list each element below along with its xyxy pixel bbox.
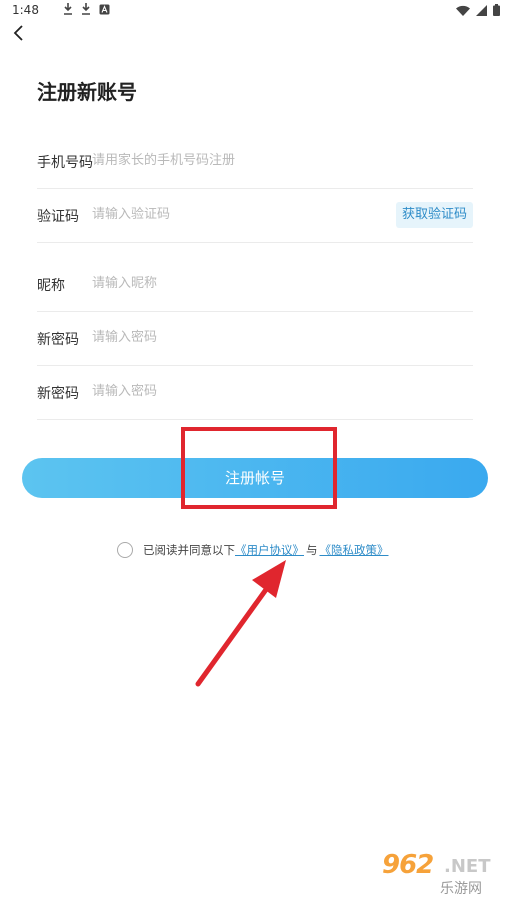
- agreement-checkbox[interactable]: [117, 542, 133, 558]
- status-bar: 1:48: [0, 0, 510, 22]
- code-input[interactable]: [92, 202, 322, 226]
- phone-label: 手机号码: [37, 155, 93, 171]
- phone-input[interactable]: [92, 148, 382, 172]
- wifi-icon: [456, 5, 470, 16]
- red-arrow-annotation: [195, 560, 286, 687]
- status-time: 1:48: [12, 3, 39, 17]
- password-confirm-field-row: 新密码: [37, 365, 473, 420]
- watermark-number: 962: [382, 850, 434, 880]
- download-icon: [82, 3, 90, 15]
- back-button[interactable]: [10, 22, 30, 44]
- watermark-site: 乐游网: [440, 881, 482, 897]
- nickname-field-row: 昵称: [37, 257, 473, 312]
- password-confirm-label: 新密码: [37, 386, 79, 402]
- agreement-conjunction: 与: [306, 543, 318, 557]
- status-notification-icons: [63, 3, 110, 15]
- code-label: 验证码: [37, 209, 79, 225]
- register-button[interactable]: 注册帐号: [22, 458, 488, 498]
- phone-field-row: 手机号码: [37, 134, 473, 189]
- signal-icon: [476, 4, 487, 16]
- page-title: 注册新账号: [37, 80, 137, 104]
- password-label: 新密码: [37, 332, 79, 348]
- watermark-net: .NET: [444, 856, 491, 877]
- nickname-label: 昵称: [37, 278, 65, 294]
- chevron-left-icon: [13, 25, 23, 41]
- download-icon: [64, 3, 72, 15]
- app-a-icon: [99, 4, 110, 14]
- password-field-row: 新密码: [37, 311, 473, 366]
- password-input[interactable]: [92, 325, 382, 349]
- battery-icon: [493, 4, 500, 16]
- get-code-button[interactable]: 获取验证码: [395, 202, 473, 228]
- status-system-icons: [456, 4, 500, 16]
- nickname-input[interactable]: [92, 271, 382, 295]
- code-field-row: 验证码 获取验证码: [37, 188, 473, 243]
- privacy-policy-link[interactable]: 《隐私政策》: [320, 542, 389, 558]
- password-confirm-input[interactable]: [92, 379, 382, 403]
- watermark-logo: 962 .NET 乐游网: [372, 850, 504, 900]
